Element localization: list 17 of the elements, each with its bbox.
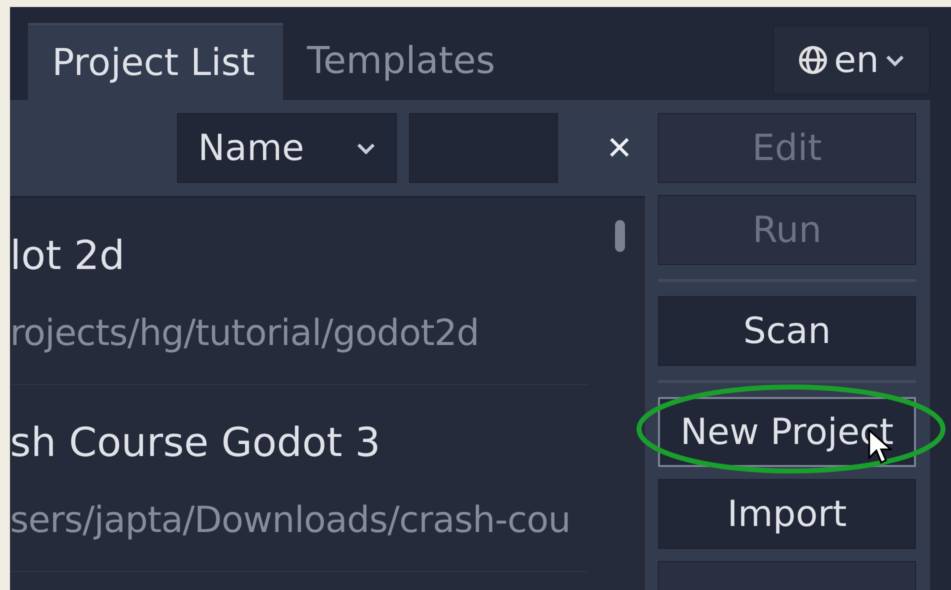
action-button[interactable]: Scan xyxy=(658,296,916,366)
project-path: rojects/hg/tutorial/godot2d xyxy=(10,312,479,354)
search-field[interactable] xyxy=(409,113,558,183)
project-name[interactable]: lot 2d xyxy=(10,232,588,278)
tab[interactable]: Project List xyxy=(28,23,284,100)
scrollbar-thumb[interactable] xyxy=(615,220,625,252)
sort-dropdown[interactable]: Name xyxy=(177,113,397,183)
project-path: sers/japta/Downloads/crash-cou xyxy=(10,500,570,540)
chevron-icon xyxy=(884,54,905,66)
globe-icon xyxy=(798,45,828,75)
clear-button[interactable]: ✕ xyxy=(606,129,633,167)
chevron-icon xyxy=(356,142,376,154)
action-button[interactable]: New Project xyxy=(658,397,916,467)
action-button[interactable]: Import xyxy=(658,479,916,549)
language-button[interactable]: en xyxy=(773,25,930,95)
project-name[interactable]: sh Course Godot 3 xyxy=(10,420,588,466)
tab[interactable]: Templates xyxy=(283,23,524,98)
